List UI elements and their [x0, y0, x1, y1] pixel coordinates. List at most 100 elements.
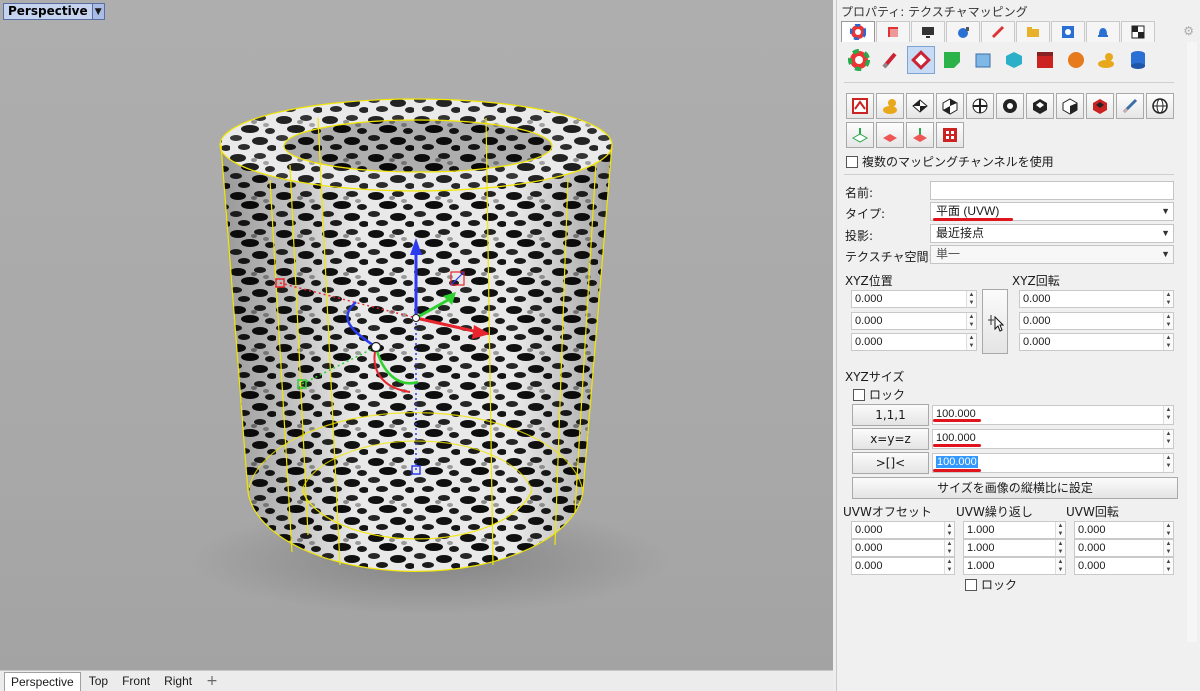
spin-arrows-icon[interactable]: ▲ ▼: [1163, 540, 1173, 556]
uvw-rotation-u[interactable]: 0.000 ▲ ▼: [1074, 521, 1174, 539]
uvw-rotation-w[interactable]: 0.000 ▲ ▼: [1074, 557, 1174, 575]
xyz-rotation-y[interactable]: 0.000 ▲ ▼: [1019, 312, 1174, 330]
spin-arrows-icon[interactable]: ▲ ▼: [944, 522, 954, 538]
displacement-button[interactable]: [1000, 46, 1028, 74]
annotation-underline: [933, 444, 981, 447]
spin-arrows-icon[interactable]: ▲ ▼: [1163, 406, 1173, 424]
box-caps-button[interactable]: [1056, 93, 1084, 119]
spin-arrows-icon[interactable]: ▲ ▼: [1055, 540, 1065, 556]
unwrap-mapping-button[interactable]: [906, 122, 934, 148]
planar-mapping-button[interactable]: [906, 93, 934, 119]
viewport-title[interactable]: Perspective: [4, 4, 92, 19]
spin-arrows-icon[interactable]: ▲ ▼: [1163, 454, 1173, 472]
attached-data-button[interactable]: [1124, 46, 1152, 74]
name-label: 名前:: [845, 186, 874, 200]
tab-files[interactable]: [1016, 21, 1050, 42]
texture-mapping-button[interactable]: [907, 46, 935, 74]
size-equal-button[interactable]: x=y=z: [852, 428, 929, 450]
properties-panel: プロパティ: テクスチャマッピング ⚙ 複数のマッピングチャンネルを使用 名前:…: [836, 0, 1200, 691]
tab-right[interactable]: Right: [158, 672, 198, 690]
tab-layers[interactable]: [876, 21, 910, 42]
curve-piping-button[interactable]: [969, 46, 997, 74]
xyz-position-x[interactable]: 0.000 ▲ ▼: [851, 290, 977, 308]
multi-channel-option[interactable]: 複数のマッピングチャンネルを使用: [846, 153, 1054, 170]
paint-mapping-button[interactable]: [1116, 93, 1144, 119]
thickness-button[interactable]: [1062, 46, 1090, 74]
uvw-lock-option[interactable]: ロック: [965, 576, 1017, 593]
tab-notifications[interactable]: [1086, 21, 1120, 42]
uvw-offset-w[interactable]: 0.000 ▲ ▼: [851, 557, 955, 575]
spin-arrows-icon[interactable]: ▲ ▼: [1163, 334, 1173, 350]
material-button[interactable]: [876, 46, 904, 74]
decal-button[interactable]: [938, 46, 966, 74]
size-lock-checkbox[interactable]: [853, 389, 865, 401]
spin-value: 0.000: [1023, 315, 1051, 327]
box-mapping-button[interactable]: [936, 93, 964, 119]
name-input[interactable]: [930, 181, 1174, 200]
spin-arrows-icon[interactable]: ▲ ▼: [944, 540, 954, 556]
add-viewport-tab-icon[interactable]: +: [200, 673, 224, 689]
object-color-button[interactable]: [845, 46, 873, 74]
cylindrical-mapping-button[interactable]: [996, 93, 1024, 119]
tab-render[interactable]: [946, 21, 980, 42]
panel-scrollbar[interactable]: [1187, 42, 1197, 642]
uvw-repeat-u[interactable]: 1.000 ▲ ▼: [963, 521, 1066, 539]
tab-top[interactable]: Top: [83, 672, 114, 690]
texture-space-select[interactable]: 単一 ▼: [930, 245, 1174, 264]
viewport-title-menu[interactable]: Perspective ▼: [3, 3, 105, 20]
tab-display[interactable]: [911, 21, 945, 42]
spin-arrows-icon[interactable]: ▲ ▼: [966, 291, 976, 307]
spin-arrows-icon[interactable]: ▲ ▼: [1163, 558, 1173, 574]
spin-arrows-icon[interactable]: ▲ ▼: [966, 334, 976, 350]
shut-lining-button[interactable]: [1093, 46, 1121, 74]
capped-cylinder-button[interactable]: [1026, 93, 1054, 119]
spin-arrows-icon[interactable]: ▲ ▼: [1163, 430, 1173, 448]
tab-edit[interactable]: [981, 21, 1015, 42]
fit-image-aspect-button[interactable]: サイズを画像の縦横比に設定: [852, 477, 1178, 499]
spin-arrows-icon[interactable]: ▲ ▼: [944, 558, 954, 574]
tab-front[interactable]: Front: [116, 672, 156, 690]
xyz-rotation-z[interactable]: 0.000 ▲ ▼: [1019, 333, 1174, 351]
size-x-input[interactable]: 100.000 ▲ ▼: [932, 405, 1174, 425]
uvw-rotation-v[interactable]: 0.000 ▲ ▼: [1074, 539, 1174, 557]
tab-help[interactable]: [1051, 21, 1085, 42]
xyz-rotation-x[interactable]: 0.000 ▲ ▼: [1019, 290, 1174, 308]
projection-select[interactable]: 最近接点 ▼: [930, 224, 1174, 243]
extract-mapping-button[interactable]: [846, 122, 874, 148]
size-fit-button[interactable]: >[]<: [852, 452, 929, 474]
tab-texture[interactable]: [1121, 21, 1155, 42]
uvw-offset-v[interactable]: 0.000 ▲ ▼: [851, 539, 955, 557]
edge-softening-button[interactable]: [1031, 46, 1059, 74]
tab-properties[interactable]: [841, 21, 875, 42]
tab-perspective[interactable]: Perspective: [4, 671, 81, 691]
surface-mapping-button[interactable]: [846, 93, 874, 119]
spin-arrows-icon[interactable]: ▲ ▼: [1163, 291, 1173, 307]
spin-arrows-icon[interactable]: ▲ ▼: [1055, 522, 1065, 538]
size-lock-option[interactable]: ロック: [853, 386, 905, 403]
xyz-position-y[interactable]: 0.000 ▲ ▼: [851, 312, 977, 330]
xyz-position-z[interactable]: 0.000 ▲ ▼: [851, 333, 977, 351]
spin-value: 0.000: [855, 315, 883, 327]
spherical-grid-button[interactable]: [1146, 93, 1174, 119]
spin-arrows-icon[interactable]: ▲ ▼: [1163, 313, 1173, 329]
chevron-down-icon: ▼: [1161, 206, 1170, 216]
size-uniform-button[interactable]: 1,1,1: [852, 404, 929, 426]
show-mapping-button[interactable]: [936, 122, 964, 148]
uvw-repeat-v[interactable]: 1.000 ▲ ▼: [963, 539, 1066, 557]
match-mapping-button[interactable]: [876, 122, 904, 148]
chevron-down-icon[interactable]: ▼: [91, 4, 104, 19]
spherical-mapping-button[interactable]: [966, 93, 994, 119]
multi-channel-checkbox[interactable]: [846, 156, 858, 168]
gear-icon[interactable]: ⚙: [1183, 24, 1194, 38]
viewport-scene[interactable]: [0, 0, 833, 670]
spin-arrows-icon[interactable]: ▲ ▼: [1055, 558, 1065, 574]
uvw-lock-checkbox[interactable]: [965, 579, 977, 591]
custom-mapping-button[interactable]: [876, 93, 904, 119]
uvw-offset-u[interactable]: 0.000 ▲ ▼: [851, 521, 955, 539]
red-checker-mapping-button[interactable]: [1086, 93, 1114, 119]
uvw-repeat-w[interactable]: 1.000 ▲ ▼: [963, 557, 1066, 575]
viewport[interactable]: Perspective ▼: [0, 0, 833, 670]
spin-arrows-icon[interactable]: ▲ ▼: [966, 313, 976, 329]
pick-position-button[interactable]: [982, 289, 1008, 354]
spin-arrows-icon[interactable]: ▲ ▼: [1163, 522, 1173, 538]
